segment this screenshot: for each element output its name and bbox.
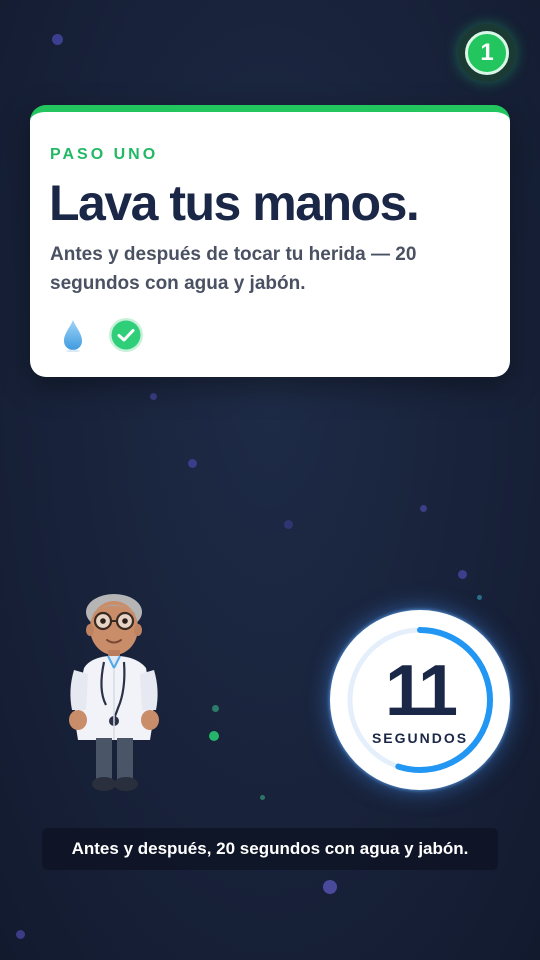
check-circle-icon (108, 317, 144, 358)
doctor-illustration (64, 590, 168, 800)
step-description: Antes y después de tocar tu herida — 20 … (50, 244, 417, 294)
step-title: Lava tus manos. (49, 175, 420, 231)
countdown-timer: 11 SEGUNDOS (330, 610, 510, 790)
timer-seconds: 11 (384, 651, 458, 731)
step-eyebrow: PASO UNO (50, 146, 159, 163)
step-number: 1 (465, 31, 509, 75)
step-icons (62, 317, 144, 358)
timer-unit-label: SEGUNDOS (371, 730, 469, 746)
subtitle-caption: Antes y después, 20 segundos con agua y … (42, 828, 498, 870)
water-drop-icon (62, 318, 84, 357)
step-card: PASO UNO Lava tus manos. Antes y después… (30, 105, 510, 377)
step-number-badge: 1 (458, 24, 516, 82)
